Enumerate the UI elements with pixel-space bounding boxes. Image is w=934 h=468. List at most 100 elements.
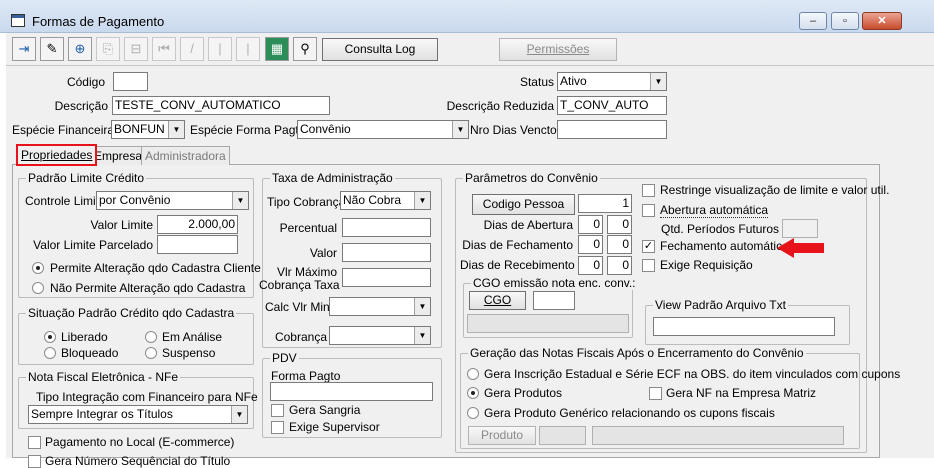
cgo-title: CGO emissão nota enc. conv.: (471, 276, 638, 290)
liberado-radio[interactable] (44, 331, 56, 343)
qtd-periodos-field[interactable] (782, 219, 818, 238)
view-padrao-field[interactable] (653, 317, 835, 336)
vlr-maximo-field[interactable] (342, 268, 431, 287)
gera-nf-matriz-label: Gera NF na Empresa Matriz (666, 386, 817, 400)
dias-recebimento-1-field[interactable]: 0 (578, 256, 603, 275)
dias-fechamento-2-field[interactable]: 0 (607, 235, 632, 254)
restringe-checkbox[interactable] (642, 184, 655, 197)
exige-requisicao-checkbox[interactable] (642, 259, 655, 272)
chevron-down-icon[interactable]: ▼ (231, 406, 247, 423)
pagamento-local-checkbox[interactable] (28, 436, 41, 449)
em-analise-label: Em Análise (162, 330, 223, 344)
nfe-title: Nota Fiscal Eletrônica - NFe (26, 370, 181, 384)
first-record-icon[interactable]: ⏮ (152, 37, 176, 61)
dias-recebimento-2-field[interactable]: 0 (607, 256, 632, 275)
suspenso-label: Suspenso (162, 346, 216, 360)
em-analise-radio[interactable] (145, 331, 157, 343)
nao-permite-alteracao-radio[interactable] (32, 282, 44, 294)
exige-requisicao-label: Exige Requisição (660, 258, 753, 272)
delete-icon[interactable]: ⊟ (124, 37, 148, 61)
percentual-label: Percentual (279, 221, 337, 235)
produto-button[interactable]: Produto (468, 426, 536, 445)
last-record-icon[interactable]: | (236, 37, 260, 61)
forma-pagto-label: Forma Pagto (271, 369, 341, 383)
valor-parcelado-field[interactable] (157, 235, 238, 254)
descricao-field[interactable]: TESTE_CONV_AUTOMATICO (112, 96, 330, 115)
gera-produtos-radio[interactable] (467, 387, 479, 399)
toolbar: ⇥ ✎ ⊕ ⎘ ⊟ ⏮ / | | ▦ ⚲ Consulta Log Permi… (6, 33, 934, 66)
suspenso-radio[interactable] (145, 347, 157, 359)
nro-dias-label: Nro Dias Vencto (470, 123, 557, 137)
valor-limite-label: Valor Limite (90, 218, 153, 232)
exige-supervisor-checkbox[interactable] (271, 421, 284, 434)
cgo-button[interactable]: CGO (469, 291, 526, 310)
gera-numero-checkbox[interactable] (28, 455, 41, 468)
gera-nf-matriz-checkbox[interactable] (649, 387, 662, 400)
new-record-icon[interactable]: ⊕ (68, 37, 92, 61)
tab-propriedades[interactable]: Propriedades (16, 144, 98, 166)
forma-pagto-field[interactable] (270, 382, 433, 401)
percentual-field[interactable] (342, 218, 431, 237)
cgo-description-field (467, 314, 629, 333)
pagamento-local-label: Pagamento no Local (E-commerce) (45, 435, 235, 449)
especie-financeira-select[interactable]: BONFUN ▼ (111, 120, 185, 139)
previous-icon[interactable]: / (180, 37, 204, 61)
chevron-down-icon[interactable]: ▼ (414, 298, 430, 315)
dias-fechamento-1-field[interactable]: 0 (578, 235, 603, 254)
codigo-field[interactable] (113, 72, 148, 91)
cobranca-select[interactable]: ▼ (329, 326, 431, 345)
descricao-reduzida-field[interactable]: T_CONV_AUTO (557, 96, 667, 115)
cgo-field[interactable] (533, 291, 575, 310)
fechamento-auto-checkbox[interactable]: ✓ (642, 240, 655, 253)
tab-administradora[interactable]: Administradora (141, 146, 230, 165)
permissoes-button[interactable]: Permissões (499, 38, 617, 61)
calc-vlr-min-label: Calc Vlr Min (265, 300, 330, 314)
vlr-maximo-label-1: Vlr Máximo (276, 265, 337, 279)
dias-abertura-1-field[interactable]: 0 (578, 215, 603, 234)
especie-forma-value: Convênio (300, 122, 351, 136)
grid-view-icon[interactable]: ▦ (265, 37, 289, 61)
dias-recebimento-label: Dias de Recebimento (460, 258, 575, 272)
permite-alteracao-radio[interactable] (32, 262, 44, 274)
copy-icon[interactable]: ⎘ (96, 37, 120, 61)
gera-produtos-label: Gera Produtos (484, 386, 563, 400)
abertura-auto-label: Abertura automática (660, 203, 769, 218)
dias-abertura-2-field[interactable]: 0 (607, 215, 632, 234)
abertura-auto-checkbox[interactable] (642, 204, 655, 217)
gera-sangria-checkbox[interactable] (271, 404, 284, 417)
gera-inscricao-radio[interactable] (467, 368, 479, 380)
valor-label: Valor (309, 246, 337, 260)
valor-field[interactable] (342, 243, 431, 262)
bloqueado-radio[interactable] (44, 347, 56, 359)
gera-produto-generico-radio[interactable] (467, 407, 479, 419)
exit-icon[interactable]: ⇥ (12, 37, 36, 61)
calc-vlr-min-select[interactable]: ▼ (329, 297, 431, 316)
permite-alteracao-label: Permite Alteração qdo Cadastra Cliente (50, 261, 261, 275)
next-icon[interactable]: | (208, 37, 232, 61)
situacao-title: Situação Padrão Crédito qdo Cadastra (26, 306, 237, 320)
nro-dias-field[interactable] (557, 120, 667, 139)
chevron-down-icon[interactable]: ▼ (452, 121, 468, 138)
especie-forma-select[interactable]: Convênio ▼ (297, 120, 469, 139)
tipo-cobranca-select[interactable]: Não Cobra ▼ (340, 191, 431, 210)
binoculars-icon[interactable]: ⚲ (293, 37, 317, 61)
chevron-down-icon[interactable]: ▼ (414, 192, 430, 209)
consulta-log-button[interactable]: Consulta Log (322, 38, 438, 61)
codigo-label: Código (66, 75, 105, 89)
chevron-down-icon[interactable]: ▼ (414, 327, 430, 344)
descricao-label: Descrição (54, 99, 108, 113)
codigo-pessoa-button[interactable]: Codigo Pessoa (472, 194, 575, 215)
chevron-down-icon[interactable]: ▼ (168, 121, 184, 138)
controle-limite-select[interactable]: por Convênio ▼ (96, 191, 249, 210)
minimize-button[interactable]: ‒ (799, 12, 827, 30)
close-button[interactable]: ✕ (862, 12, 902, 30)
codigo-pessoa-field[interactable]: 1 (578, 194, 632, 213)
valor-limite-field[interactable]: 2.000,00 (157, 215, 238, 234)
chevron-down-icon[interactable]: ▼ (232, 192, 248, 209)
maximize-button[interactable]: ▫ (831, 12, 859, 30)
status-select[interactable]: Ativo ▼ (557, 72, 667, 91)
tipo-integracao-select[interactable]: Sempre Integrar os Títulos ▼ (28, 405, 248, 424)
chevron-down-icon[interactable]: ▼ (650, 73, 666, 90)
edit-icon[interactable]: ✎ (40, 37, 64, 61)
app-icon (11, 14, 25, 27)
